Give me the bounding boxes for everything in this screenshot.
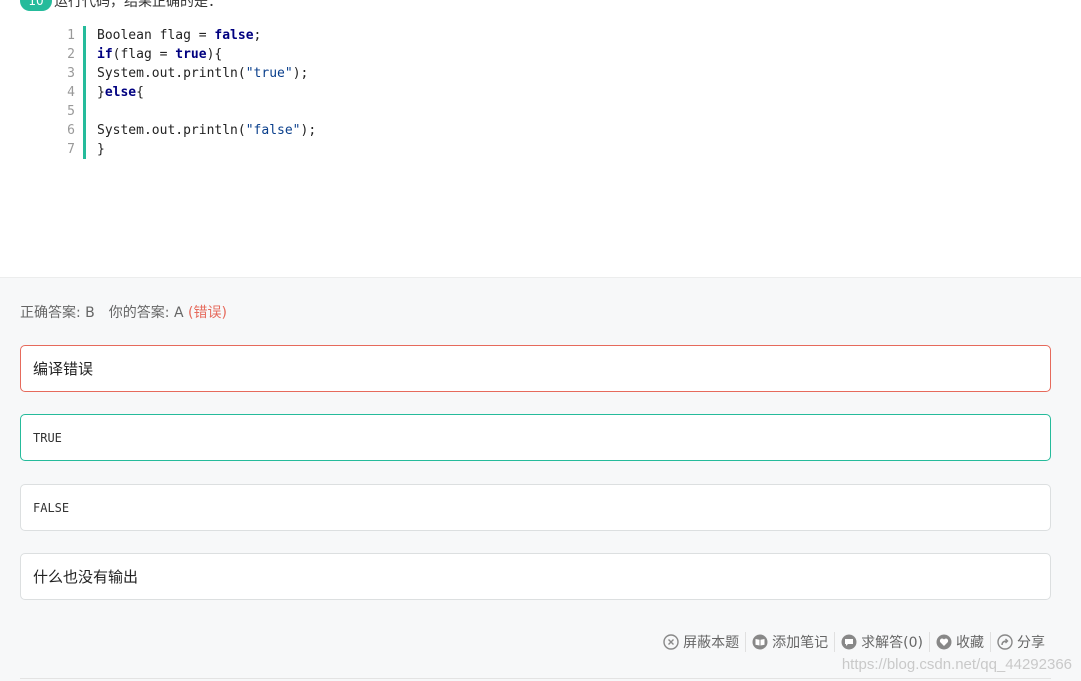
question-text: 运行代码，结果正确的是：: [54, 0, 222, 10]
share-button[interactable]: 分享: [990, 632, 1051, 652]
your-answer-label: 你的答案: A: [108, 305, 184, 321]
heart-icon: [936, 634, 952, 650]
question-toolbar: 屏蔽本题 添加笔记 求解答(0) 收藏 分享: [657, 632, 1051, 652]
line-number: 5: [67, 104, 75, 119]
line-number: 6: [67, 123, 75, 138]
code-line: 5: [60, 102, 316, 121]
book-icon: [752, 634, 768, 650]
correct-answer-label: 正确答案: B: [20, 305, 95, 321]
line-number: 1: [67, 28, 75, 43]
close-circle-icon: [663, 634, 679, 650]
watermark: https://blog.csdn.net/qq_44292366: [841, 656, 1072, 673]
answer-status: (错误): [187, 305, 227, 321]
add-note-button[interactable]: 添加笔记: [745, 632, 834, 652]
answer-area: 正确答案: B 你的答案: A (错误) 编译错误 TRUE FALSE 什么也没…: [0, 277, 1081, 681]
favorite-button[interactable]: 收藏: [929, 632, 990, 652]
option-b[interactable]: TRUE: [20, 414, 1051, 461]
question-number-badge: 10: [20, 0, 52, 11]
option-a[interactable]: 编译错误: [20, 345, 1051, 392]
option-c[interactable]: FALSE: [20, 484, 1051, 531]
code-line: 1 Boolean flag = false;: [60, 26, 316, 45]
code-line: 7 }: [60, 140, 316, 159]
share-icon: [997, 634, 1013, 650]
line-number: 3: [67, 66, 75, 81]
code-line: 4 }else{: [60, 83, 316, 102]
code-block: 1 Boolean flag = false; 2 if(flag = true…: [60, 26, 316, 159]
answer-result: 正确答案: B 你的答案: A (错误): [20, 302, 227, 322]
option-text: 什么也没有输出: [33, 568, 139, 586]
option-d[interactable]: 什么也没有输出: [20, 553, 1051, 600]
line-number: 7: [67, 142, 75, 157]
code-line: 2 if(flag = true){: [60, 45, 316, 64]
code-line: 3 System.out.println("true");: [60, 64, 316, 83]
line-number: 4: [67, 85, 75, 100]
divider: [20, 678, 1051, 679]
option-text: 编译错误: [33, 360, 94, 378]
question-header: 10 运行代码，结果正确的是：: [20, 0, 222, 11]
ask-answer-button[interactable]: 求解答(0): [834, 632, 929, 652]
option-text: TRUE: [33, 430, 62, 445]
code-line: 6 System.out.println("false");: [60, 121, 316, 140]
hide-question-button[interactable]: 屏蔽本题: [657, 632, 745, 652]
line-number: 2: [67, 47, 75, 62]
option-text: FALSE: [33, 500, 70, 515]
comment-icon: [841, 634, 857, 650]
